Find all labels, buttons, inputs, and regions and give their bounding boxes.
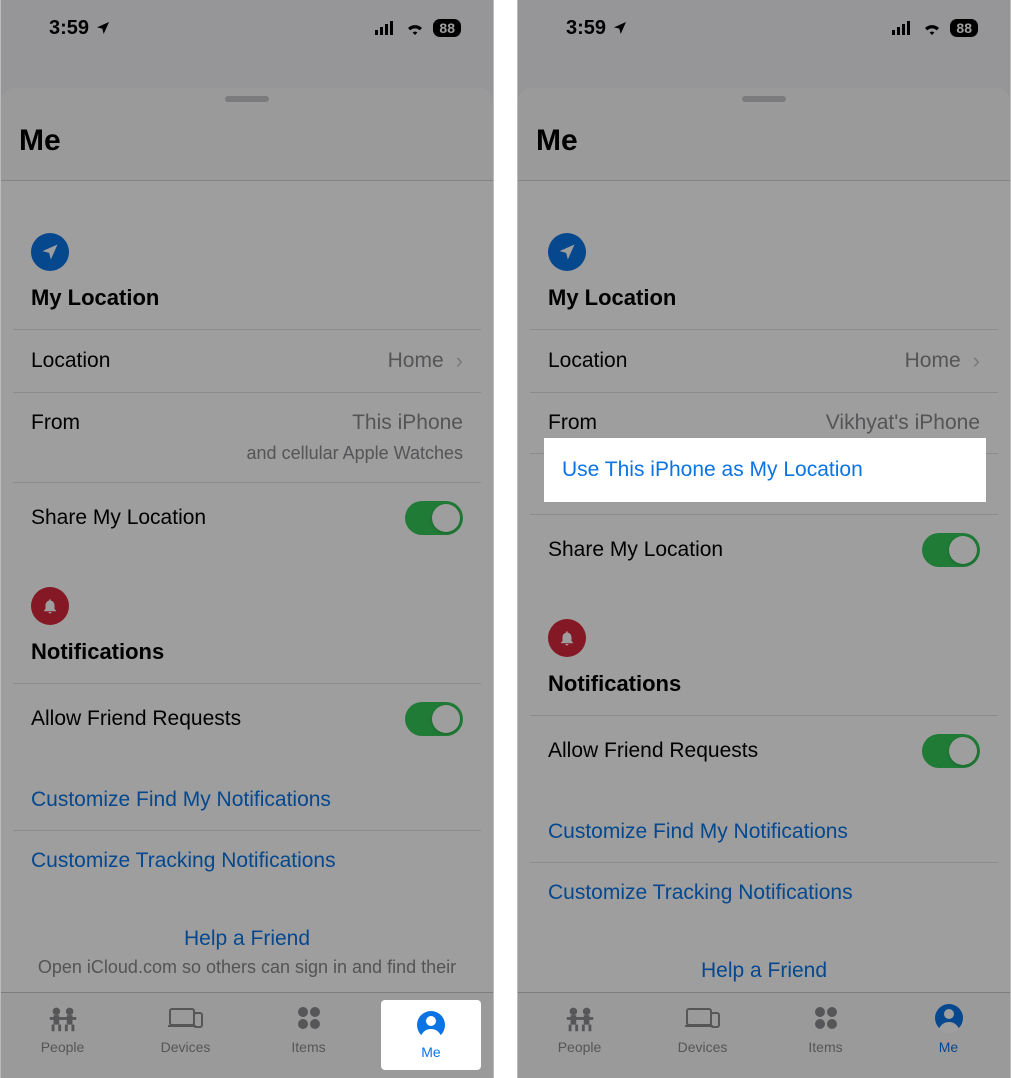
location-label: Location <box>31 349 110 373</box>
tab-items-label: Items <box>808 1039 842 1055</box>
status-time: 3:59 <box>566 17 606 40</box>
bell-icon <box>548 619 586 657</box>
allow-friend-requests-row: Allow Friend Requests <box>530 715 998 786</box>
from-value: This iPhone <box>352 411 463 435</box>
from-label: From <box>548 411 597 435</box>
location-row[interactable]: Location Home › <box>530 329 998 392</box>
devices-icon <box>168 1001 204 1035</box>
page-title: Me <box>19 124 475 158</box>
items-icon <box>812 1001 840 1035</box>
cellular-icon <box>375 21 397 35</box>
people-icon <box>46 1001 80 1035</box>
left-screenshot: 3:59 88 Me My Location <box>0 0 494 1078</box>
help-a-friend-subtext: Open iCloud.com so others can sign in an… <box>21 957 473 978</box>
use-this-iphone-label: Use This iPhone as My Location <box>562 458 863 481</box>
tab-devices-label: Devices <box>678 1039 728 1055</box>
tab-bar: People Devices Items Me <box>518 992 1010 1078</box>
allow-friend-requests-label: Allow Friend Requests <box>548 739 758 763</box>
tab-items[interactable]: Items <box>764 1001 887 1078</box>
customize-tracking-link[interactable]: Customize Tracking Notifications <box>530 862 998 923</box>
wifi-icon <box>922 21 942 35</box>
page-title: Me <box>536 124 992 158</box>
notifications-group: Notifications Allow Friend Requests <box>530 601 998 786</box>
location-row[interactable]: Location Home › <box>13 329 481 392</box>
items-icon <box>295 1001 323 1035</box>
my-location-title: My Location <box>548 285 980 325</box>
tab-people-label: People <box>558 1039 602 1055</box>
status-time: 3:59 <box>49 17 89 40</box>
location-label: Location <box>548 349 627 373</box>
highlight-use-this-iphone[interactable]: Use This iPhone as My Location <box>544 438 986 502</box>
notifications-title: Notifications <box>548 671 980 711</box>
sheet-grabber[interactable] <box>742 96 786 102</box>
tab-people[interactable]: People <box>518 1001 641 1078</box>
from-subtext: and cellular Apple Watches <box>247 443 463 464</box>
highlight-me-tab: Me <box>381 1000 481 1070</box>
my-location-group: My Location Location Home › From This iP… <box>13 215 481 553</box>
share-location-toggle[interactable] <box>922 533 980 567</box>
tab-devices-label: Devices <box>161 1039 211 1055</box>
tab-people-label: People <box>41 1039 85 1055</box>
allow-friend-requests-toggle[interactable] <box>405 702 463 736</box>
help-a-friend-block: Help a Friend Open iCloud.com so others … <box>1 907 493 978</box>
customize-tracking-link[interactable]: Customize Tracking Notifications <box>13 830 481 891</box>
me-icon <box>416 1010 446 1040</box>
me-icon <box>934 1001 964 1035</box>
bell-icon <box>31 587 69 625</box>
devices-icon <box>685 1001 721 1035</box>
share-my-location-row: Share My Location <box>13 482 481 553</box>
location-arrow-icon <box>612 20 628 36</box>
status-icons: 88 <box>375 19 461 37</box>
cellular-icon <box>892 21 914 35</box>
status-bar: 3:59 88 <box>1 0 493 56</box>
chevron-right-icon: › <box>456 348 463 374</box>
sheet-header: Me <box>1 88 493 181</box>
tab-people[interactable]: People <box>1 1001 124 1078</box>
tab-devices[interactable]: Devices <box>641 1001 764 1078</box>
my-location-title: My Location <box>31 285 463 325</box>
status-bar: 3:59 88 <box>518 0 1010 56</box>
allow-friend-requests-row: Allow Friend Requests <box>13 683 481 754</box>
customize-findmy-link[interactable]: Customize Find My Notifications <box>530 802 998 862</box>
sheet-grabber[interactable] <box>225 96 269 102</box>
allow-friend-requests-toggle[interactable] <box>922 734 980 768</box>
help-a-friend-link[interactable]: Help a Friend <box>538 959 990 983</box>
highlight-me-label: Me <box>421 1044 440 1060</box>
chevron-right-icon: › <box>973 348 980 374</box>
sheet-header: Me <box>518 88 1010 181</box>
location-value: Home <box>905 349 961 373</box>
allow-friend-requests-label: Allow Friend Requests <box>31 707 241 731</box>
notifications-group: Notifications Allow Friend Requests <box>13 569 481 754</box>
from-label: From <box>31 411 80 435</box>
tab-me[interactable]: Me <box>887 1001 1010 1078</box>
location-services-icon <box>548 233 586 271</box>
location-services-icon <box>31 233 69 271</box>
customize-group: Customize Find My Notifications Customiz… <box>13 770 481 891</box>
help-a-friend-link[interactable]: Help a Friend <box>21 927 473 951</box>
tab-items-label: Items <box>291 1039 325 1055</box>
customize-group: Customize Find My Notifications Customiz… <box>530 802 998 923</box>
right-screenshot: 3:59 88 Me My Location <box>517 0 1011 1078</box>
tab-items[interactable]: Items <box>247 1001 370 1078</box>
from-value: Vikhyat's iPhone <box>826 411 980 435</box>
share-my-location-row: Share My Location <box>530 514 998 585</box>
customize-findmy-link[interactable]: Customize Find My Notifications <box>13 770 481 830</box>
share-location-label: Share My Location <box>548 538 723 562</box>
wifi-icon <box>405 21 425 35</box>
share-location-label: Share My Location <box>31 506 206 530</box>
location-arrow-icon <box>95 20 111 36</box>
help-a-friend-block: Help a Friend <box>518 939 1010 983</box>
battery-icon: 88 <box>433 19 461 37</box>
from-row: From This iPhone and cellular Apple Watc… <box>13 392 481 482</box>
notifications-title: Notifications <box>31 639 463 679</box>
tab-devices[interactable]: Devices <box>124 1001 247 1078</box>
people-icon <box>563 1001 597 1035</box>
my-location-group: My Location Location Home › From Vikhyat… <box>530 215 998 585</box>
status-icons: 88 <box>892 19 978 37</box>
location-value: Home <box>388 349 444 373</box>
battery-icon: 88 <box>950 19 978 37</box>
share-location-toggle[interactable] <box>405 501 463 535</box>
tab-me-label: Me <box>939 1039 958 1055</box>
